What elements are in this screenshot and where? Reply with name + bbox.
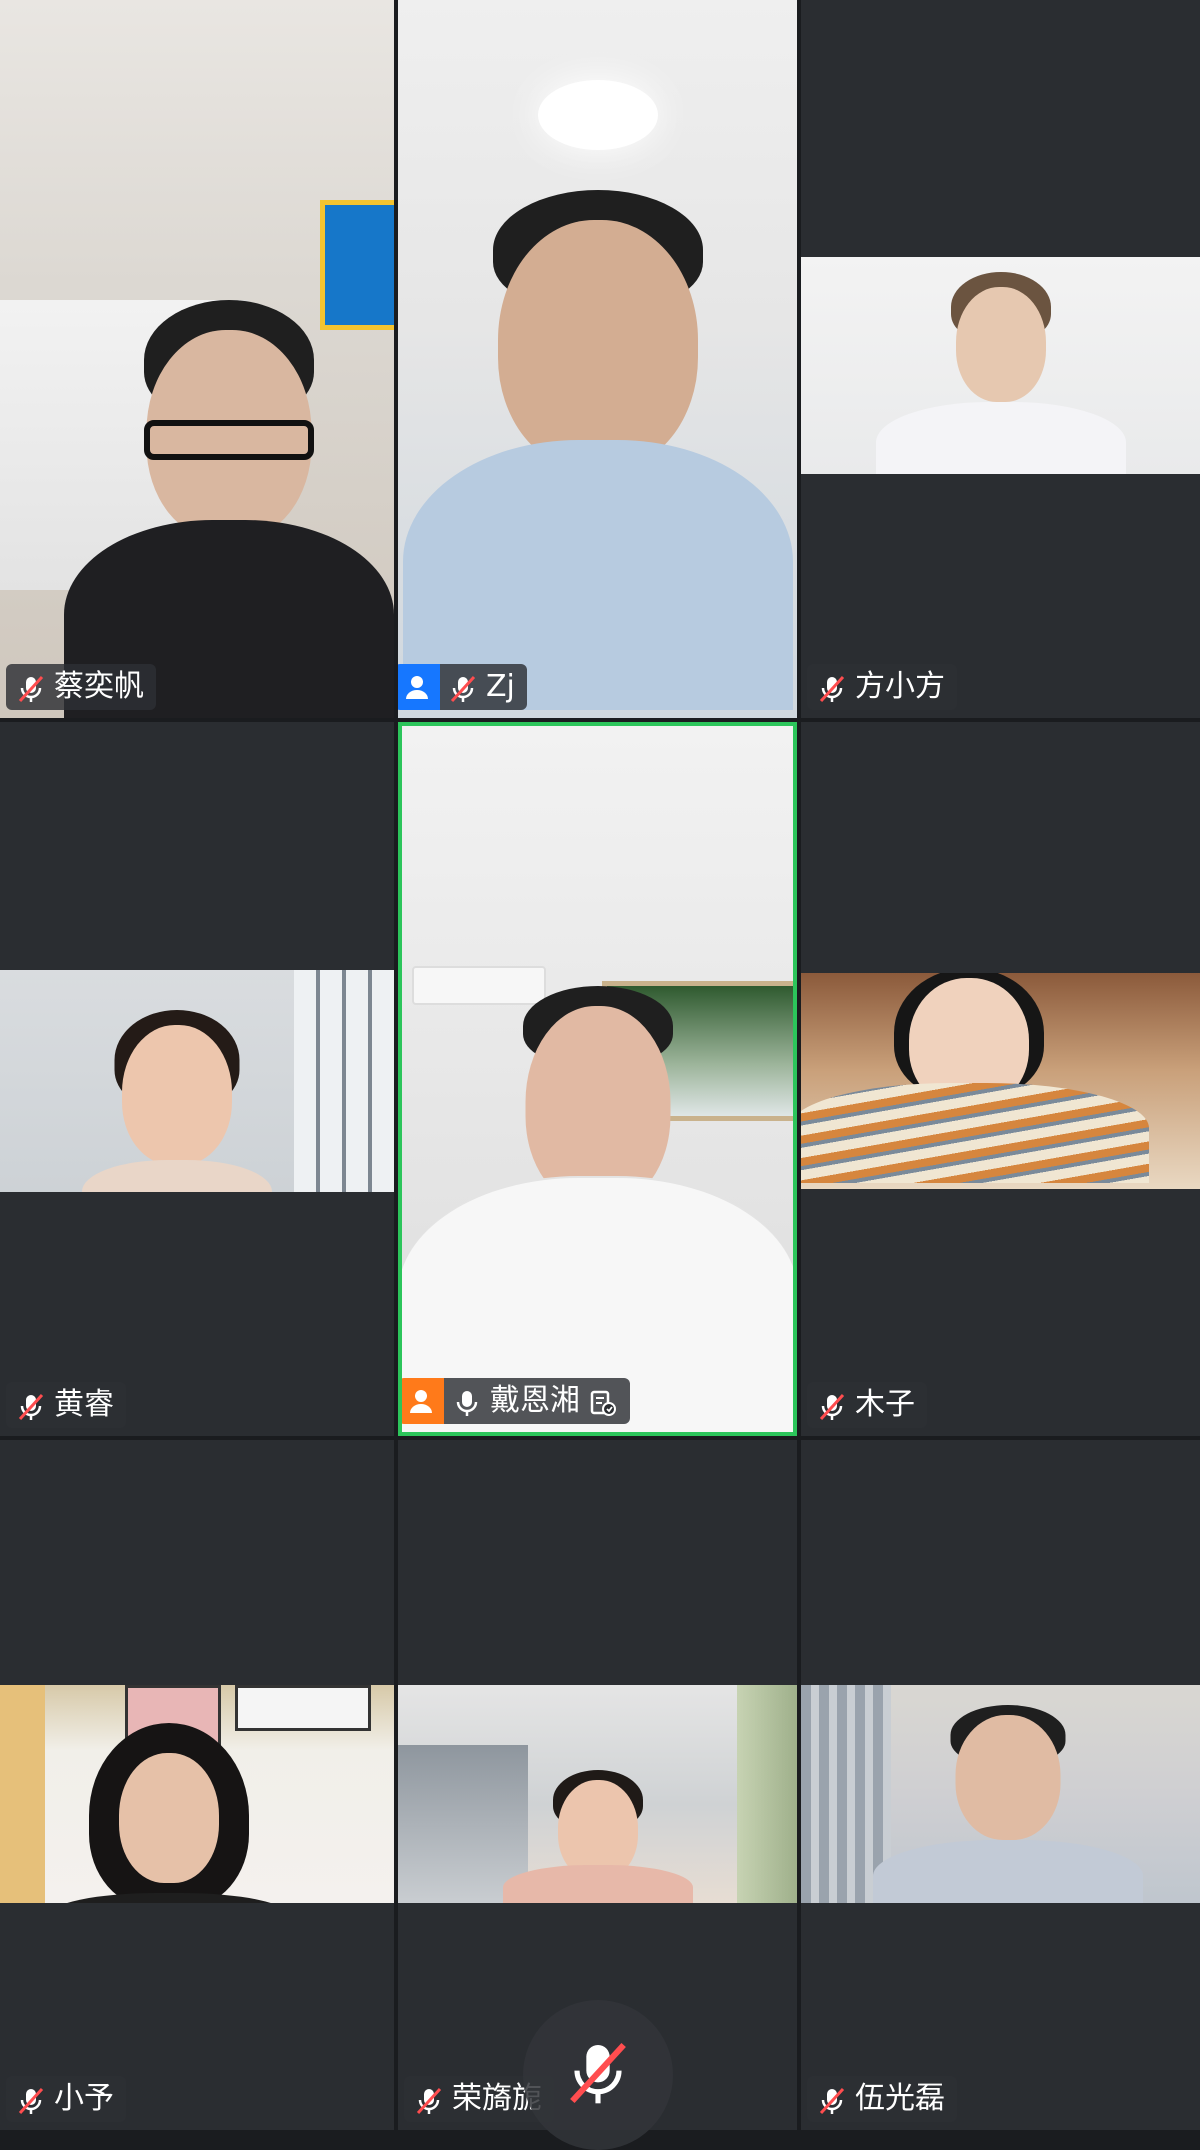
participant-figure	[63, 300, 394, 718]
mic-muted-icon	[414, 2084, 444, 2115]
participant-video	[402, 726, 793, 1432]
participant-tile[interactable]: 木子	[801, 722, 1200, 1436]
mic-muted-icon	[16, 1390, 46, 1421]
name-badge: 方小方	[807, 664, 957, 710]
cohost-badge-icon	[402, 1378, 444, 1424]
name-badge: Zj	[398, 664, 527, 710]
participant-figure	[801, 973, 1149, 1184]
name-badge: 黄睿	[6, 1382, 126, 1428]
glasses	[143, 420, 314, 460]
participant-video	[801, 1685, 1200, 1903]
host-badge-icon	[398, 664, 440, 710]
participant-video	[0, 0, 394, 718]
curtain	[0, 1685, 45, 1903]
participant-tile-active-speaker[interactable]: 戴恩湘	[398, 722, 797, 1436]
participant-tile[interactable]: 方小方	[801, 0, 1200, 718]
participant-figure	[402, 190, 793, 710]
participant-figure	[498, 1770, 698, 1903]
participant-video	[398, 0, 797, 718]
participant-figure	[873, 1705, 1144, 1903]
ceiling-light	[538, 80, 658, 150]
participant-name: 蔡奕帆	[54, 669, 144, 704]
participant-tile[interactable]: Zj	[398, 0, 797, 718]
participant-video	[0, 970, 394, 1192]
participant-tile[interactable]: 黄睿	[0, 722, 394, 1436]
participant-tile[interactable]: 小予	[0, 1440, 394, 2130]
participant-figure	[875, 272, 1126, 474]
participant-name: 木子	[855, 1387, 915, 1422]
participant-figure	[49, 1723, 290, 1903]
mic-muted-icon	[16, 672, 46, 703]
mic-muted-icon	[16, 2084, 46, 2115]
participant-tile[interactable]: 伍光磊	[801, 1440, 1200, 2130]
participant-video	[801, 973, 1200, 1189]
participant-name: 戴恩湘	[490, 1383, 580, 1418]
window	[294, 970, 394, 1192]
participant-name: Zj	[486, 669, 515, 704]
participant-figure	[77, 1010, 277, 1192]
share-screen-icon	[588, 1386, 618, 1416]
name-badge: 戴恩湘	[402, 1378, 630, 1424]
mic-muted-icon	[563, 2038, 633, 2112]
participant-name: 小予	[54, 2081, 114, 2116]
participant-video	[801, 257, 1200, 474]
toggle-mic-button[interactable]	[523, 2000, 673, 2150]
mic-muted-icon	[817, 672, 847, 703]
mic-icon	[452, 1386, 482, 1416]
mic-muted-icon	[817, 2084, 847, 2115]
participant-video	[398, 1685, 797, 1903]
name-badge: 伍光磊	[807, 2076, 957, 2122]
mic-muted-icon	[817, 1390, 847, 1421]
participant-figure	[402, 986, 793, 1432]
participant-tile[interactable]: 蔡奕帆	[0, 0, 394, 718]
mic-muted-icon	[448, 672, 478, 703]
participant-name: 方小方	[855, 669, 945, 704]
participant-name: 伍光磊	[855, 2081, 945, 2116]
participant-video	[0, 1685, 394, 1903]
video-grid: 蔡奕帆 Zj 方小方 黄睿 戴恩湘 木子 小予 荣旖旎 伍光磊	[0, 0, 1200, 2150]
participant-name: 黄睿	[54, 1387, 114, 1422]
curtain	[737, 1685, 797, 1903]
name-badge: 小予	[6, 2076, 126, 2122]
name-badge: 蔡奕帆	[6, 664, 156, 710]
name-badge: 木子	[807, 1382, 927, 1428]
